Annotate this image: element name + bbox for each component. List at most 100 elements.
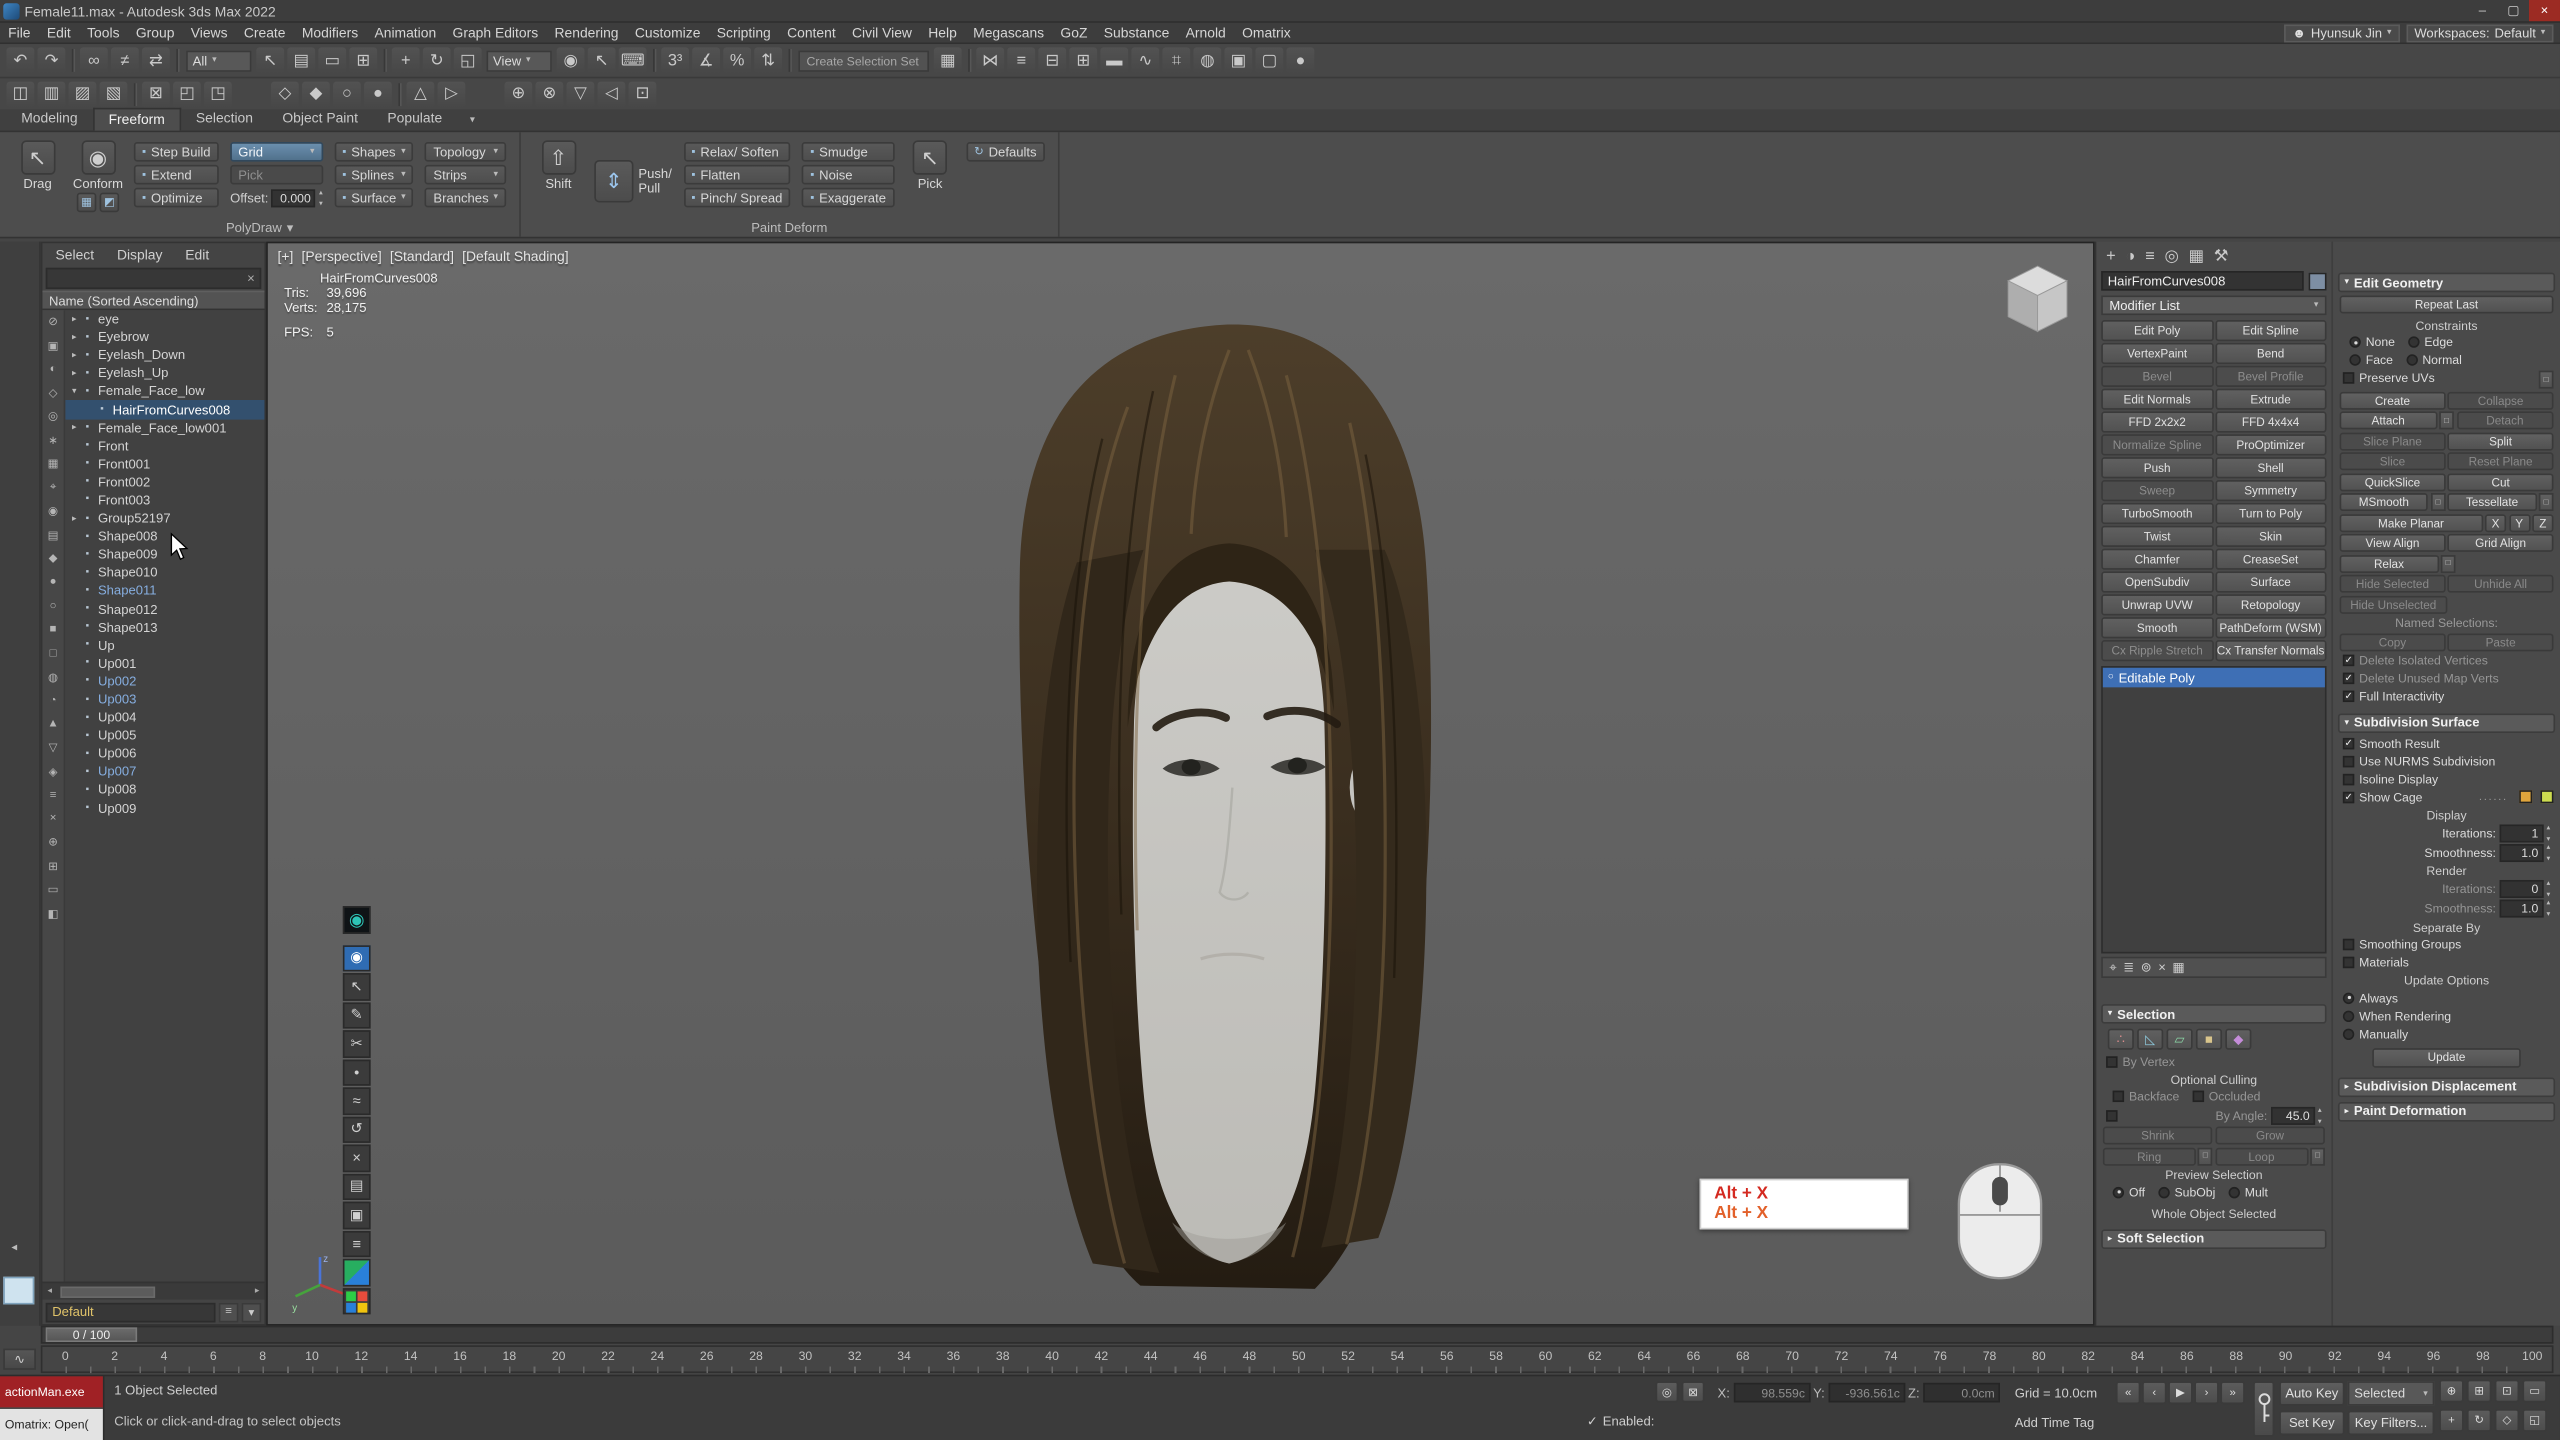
sort-by-type-icon[interactable]: ◈ — [49, 763, 58, 779]
shapes-dropdown[interactable]: ▪Shapes▾ — [334, 142, 414, 162]
filter-selection-icon[interactable]: ≡ — [50, 787, 57, 803]
zoom-icon[interactable]: ⊕ — [2439, 1380, 2463, 1403]
menu-content[interactable]: Content — [779, 24, 844, 40]
maxscript-mini-listener[interactable]: actionMan.exe Omatrix: Open( — [0, 1376, 104, 1440]
explorer-item-shape008[interactable]: ▪Shape008 — [65, 528, 264, 546]
viewport-config-icon[interactable]: ◰ — [173, 81, 201, 107]
radio-none[interactable]: None — [2349, 335, 2395, 351]
rectangular-selection-region-icon[interactable]: ▭ — [318, 47, 346, 73]
relax-soften-button[interactable]: ▪Relax/ Soften — [683, 142, 790, 162]
defaults-button[interactable]: ↻Defaults — [966, 142, 1045, 162]
menu-scripting[interactable]: Scripting — [709, 24, 779, 40]
explorer-horizontal-scrollbar[interactable]: ◂ ▸ — [42, 1282, 264, 1300]
select-and-scale-icon[interactable]: ◱ — [454, 47, 482, 73]
render-setup-icon[interactable]: ▣ — [1224, 47, 1252, 73]
play-icon[interactable]: ▶ — [2168, 1381, 2192, 1404]
modifier-button-surface[interactable]: Surface — [2215, 571, 2327, 592]
print-tool-icon[interactable]: ▤ — [343, 1173, 371, 1200]
remove-modifier-icon[interactable]: × — [2158, 960, 2166, 975]
button-hide-unselected[interactable]: Hide Unselected — [2340, 595, 2447, 613]
settings-preserve-uvs[interactable]: □ — [2539, 371, 2554, 389]
explorer-item-female-face-low[interactable]: ▾▪Female_Face_low — [65, 383, 264, 401]
selection-set-dropdown[interactable]: Selected ▾ — [2348, 1381, 2435, 1405]
ribbon-tab-populate[interactable]: Populate — [373, 108, 457, 131]
spinner-field-iterations[interactable]: 1 — [2499, 824, 2543, 842]
color-swatch-icon[interactable] — [343, 1259, 371, 1286]
display-materials-icon[interactable]: ■ — [50, 621, 57, 637]
object-color-swatch[interactable] — [2309, 272, 2327, 290]
bind-to-space-warp-icon[interactable]: ⇄ — [142, 47, 170, 73]
display-spacewarps-icon[interactable]: ⌖ — [50, 479, 56, 495]
border-subobject-icon[interactable]: ▱ — [2167, 1029, 2193, 1050]
radio-mult[interactable]: Mult — [2228, 1184, 2267, 1200]
schematic-view-icon[interactable]: ⌗ — [1162, 47, 1190, 73]
set-key-button[interactable]: Set Key — [2279, 1411, 2344, 1435]
scroll-right-icon[interactable]: ▸ — [250, 1287, 265, 1297]
menu-help[interactable]: Help — [920, 24, 965, 40]
menu-edit[interactable]: Edit — [39, 24, 79, 40]
explorer-menu-icon[interactable]: ≡ — [219, 1302, 239, 1322]
menu-rendering[interactable]: Rendering — [546, 24, 626, 40]
display-xrefs-icon[interactable]: ○ — [50, 598, 57, 614]
configure-modifier-sets-icon[interactable]: ▦ — [2172, 960, 2184, 975]
modifier-button-retopology[interactable]: Retopology — [2215, 594, 2327, 615]
explorer-settings-icon[interactable]: ◧ — [48, 905, 59, 921]
button-slice[interactable]: Slice — [2340, 452, 2446, 470]
display-helpers-icon[interactable]: ▦ — [48, 456, 59, 472]
modifier-button-bevel-profile[interactable]: Bevel Profile — [2215, 366, 2327, 387]
make-unique-icon[interactable]: ⊚ — [2141, 960, 2152, 975]
explorer-item-up008[interactable]: ▪Up008 — [65, 781, 264, 799]
button-attach[interactable]: Attach — [2340, 411, 2437, 429]
button-y[interactable]: Y — [2509, 513, 2530, 531]
rollout-header-subdivision-surface[interactable]: ▾Subdivision Surface — [2338, 713, 2555, 733]
array-tool-icon[interactable]: ⊕ — [504, 81, 532, 107]
modifier-button-creaseset[interactable]: CreaseSet — [2215, 549, 2327, 570]
display-bones-icon[interactable]: ◉ — [48, 503, 58, 519]
explorer-tab-edit[interactable]: Edit — [176, 247, 220, 263]
zoom-all-icon[interactable]: ⊞ — [2467, 1380, 2491, 1403]
toggle-layer-explorer-icon[interactable]: ⊞ — [1069, 47, 1097, 73]
display-tab-icon[interactable]: ▦ — [2189, 247, 2204, 265]
selection-lock-icon[interactable]: ⊠ — [1682, 1381, 1705, 1402]
viewcube[interactable] — [2005, 263, 2070, 335]
checkbox-occluded[interactable]: Occluded — [2192, 1089, 2260, 1105]
button-grid-align[interactable]: Grid Align — [2448, 534, 2554, 552]
visibility-tool-icon[interactable]: ◉ — [343, 944, 371, 971]
spacing-tool-icon[interactable]: ⊗ — [536, 81, 564, 107]
button-detach[interactable]: Detach — [2456, 411, 2553, 429]
menu-tools[interactable]: Tools — [79, 24, 128, 40]
button-collapse[interactable]: Collapse — [2448, 391, 2554, 409]
button-slice-plane[interactable]: Slice Plane — [2340, 432, 2446, 450]
edge-subobject-icon[interactable]: ◺ — [2137, 1029, 2163, 1050]
modifier-button-edit-spline[interactable]: Edit Spline — [2215, 320, 2327, 341]
viewport-shading-menu[interactable]: [Default Shading] — [462, 248, 568, 264]
spinner-arrows[interactable]: ▴▾ — [2547, 822, 2551, 843]
object-name-field[interactable]: HairFromCurves008 — [2101, 271, 2303, 291]
explorer-item-shape010[interactable]: ▪Shape010 — [65, 564, 264, 582]
align-normals-icon[interactable]: ◁ — [598, 81, 626, 107]
display-groups-icon[interactable]: ● — [50, 574, 57, 590]
spinner-field-by-angle[interactable]: 45.0 — [2271, 1107, 2315, 1125]
optimize-button[interactable]: ▪Optimize — [134, 188, 219, 208]
cage-color-swatch-1[interactable] — [2519, 791, 2532, 804]
viewport-pov-menu[interactable]: [Perspective] — [302, 248, 382, 264]
explorer-item-eye[interactable]: ▸▪eye — [65, 310, 264, 328]
angle-snap-icon[interactable]: ∡ — [692, 47, 720, 73]
explorer-item-up005[interactable]: ▪Up005 — [65, 727, 264, 745]
display-geometry-icon[interactable]: ◐ — [50, 361, 57, 377]
menu-customize[interactable]: Customize — [627, 24, 709, 40]
modifier-button-turn-to-poly[interactable]: Turn to Poly — [2215, 503, 2327, 524]
material-editor-icon[interactable]: ◍ — [1193, 47, 1221, 73]
motion-tab-icon[interactable]: ◎ — [2164, 247, 2178, 265]
ribbon-config-icon[interactable]: ▾ — [470, 114, 475, 130]
topology-dropdown[interactable]: Topology▾ — [425, 142, 506, 162]
toggle-scene-explorer-icon[interactable]: ⊟ — [1038, 47, 1066, 73]
checkbox-by-vertex[interactable]: By Vertex — [2103, 1054, 2325, 1070]
checkbox-smoothing-groups[interactable]: Smoothing Groups — [2340, 937, 2554, 953]
explorer-item-front002[interactable]: ▪Front002 — [65, 473, 264, 491]
rendered-frame-window-icon[interactable]: ▢ — [1256, 47, 1284, 73]
modifier-button-cx-ripple-stretch[interactable]: Cx Ripple Stretch — [2101, 640, 2213, 661]
push-pull-button[interactable]: ⇕ Push/ Pull — [594, 137, 671, 217]
checkbox-full-interactivity[interactable]: ✓Full Interactivity — [2340, 689, 2554, 705]
explorer-item-hairfromcurves008[interactable]: ▪HairFromCurves008 — [65, 401, 264, 419]
